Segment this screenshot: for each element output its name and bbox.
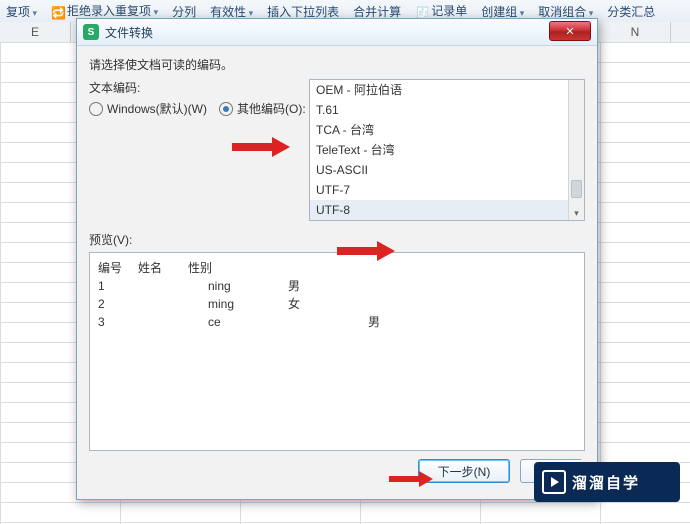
scrollbar[interactable]: ▾ bbox=[568, 80, 584, 220]
encoding-item[interactable]: UTF-7 bbox=[310, 180, 568, 200]
encoding-item[interactable]: T.61 bbox=[310, 100, 568, 120]
preview-label: 预览(V): bbox=[89, 231, 585, 248]
next-button[interactable]: 下一步(N) bbox=[418, 459, 510, 483]
ribbon-item[interactable]: 复项 bbox=[6, 3, 37, 20]
preview-row: 3 ce 男 bbox=[98, 313, 576, 331]
close-button[interactable]: ✕ bbox=[549, 21, 591, 41]
dialog-title: 文件转换 bbox=[105, 24, 153, 41]
encoding-item[interactable]: US-ASCII bbox=[310, 160, 568, 180]
ribbon-item[interactable]: 有效性 bbox=[210, 3, 253, 20]
play-icon bbox=[542, 470, 566, 494]
encoding-item[interactable]: TCA - 台湾 bbox=[310, 120, 568, 140]
radio-other-label: 其他编码(O): bbox=[237, 100, 306, 117]
ribbon-item[interactable]: 插入下拉列表 bbox=[267, 3, 339, 20]
ribbon-item[interactable]: 分类汇总 bbox=[607, 3, 655, 20]
ribbon-item[interactable]: 创建组 bbox=[481, 3, 524, 20]
preview-box: 编号 姓名 性别 1 ning 男 2 ming 女 3 ce 男 bbox=[89, 252, 585, 451]
preview-header: 编号 姓名 性别 bbox=[98, 259, 576, 277]
watermark-text: 溜溜自学 bbox=[572, 472, 640, 493]
radio-windows-default[interactable]: Windows(默认)(W) bbox=[89, 100, 207, 117]
ribbon-item[interactable]: 取消组合 bbox=[538, 3, 593, 20]
radio-windows-label: Windows(默认)(W) bbox=[107, 100, 207, 117]
button-row: 下一步(N) 取 bbox=[89, 451, 585, 491]
file-convert-dialog: S 文件转换 ✕ 请选择使文档可读的编码。 文本编码: Windows(默认)(… bbox=[76, 18, 598, 500]
encoding-item[interactable]: TeleText - 台湾 bbox=[310, 140, 568, 160]
ribbon-item[interactable]: 分列 bbox=[172, 3, 196, 20]
instruction-text: 请选择使文档可读的编码。 bbox=[89, 56, 585, 73]
radio-other-encoding[interactable]: 其他编码(O): bbox=[219, 100, 306, 117]
titlebar[interactable]: S 文件转换 ✕ bbox=[77, 19, 597, 46]
ribbon-item[interactable]: 合并计算 bbox=[353, 3, 401, 20]
encoding-item-selected[interactable]: UTF-8 bbox=[310, 200, 568, 220]
encoding-list[interactable]: OEM - 阿拉伯语 T.61 TCA - 台湾 TeleText - 台湾 U… bbox=[309, 79, 585, 221]
radio-icon bbox=[219, 102, 233, 116]
encoding-item[interactable]: OEM - 阿拉伯语 bbox=[310, 80, 568, 100]
col-E[interactable]: E bbox=[0, 22, 71, 42]
reject-dup-icon: 🔁 bbox=[51, 6, 65, 20]
preview-row: 1 ning 男 bbox=[98, 277, 576, 295]
preview-row: 2 ming 女 bbox=[98, 295, 576, 313]
col-N[interactable]: N bbox=[600, 22, 671, 42]
watermark-logo: 溜溜自学 bbox=[534, 462, 680, 502]
encoding-label: 文本编码: bbox=[89, 79, 309, 96]
scroll-down-icon[interactable]: ▾ bbox=[569, 206, 584, 220]
wps-logo-icon: S bbox=[83, 24, 99, 40]
scroll-thumb[interactable] bbox=[571, 180, 582, 198]
radio-icon bbox=[89, 102, 103, 116]
